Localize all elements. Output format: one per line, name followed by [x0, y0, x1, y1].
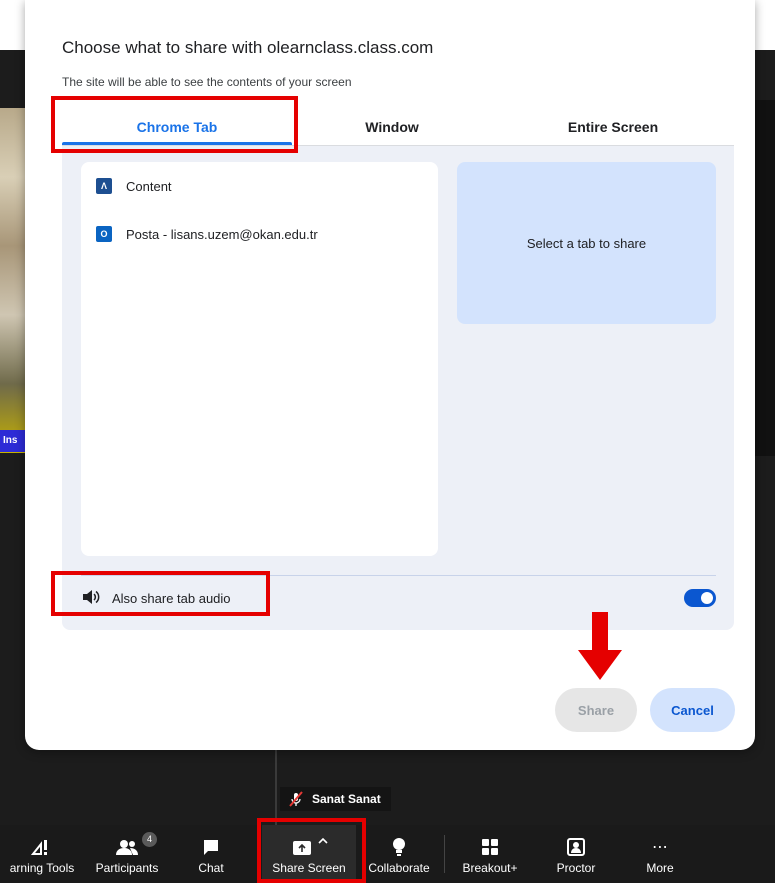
breakout-button[interactable]: Breakout+ [456, 825, 524, 883]
lightbulb-icon [391, 837, 407, 857]
participants-count-badge: 4 [142, 832, 157, 847]
proctor-icon [567, 837, 585, 857]
meeting-toolbar: arning Tools Participants 4 Chat Share S… [0, 825, 775, 883]
chat-icon [202, 837, 220, 857]
proctor-button[interactable]: Proctor [548, 825, 604, 883]
share-screen-icon [289, 837, 329, 857]
more-dots-icon: ⋯ [652, 839, 668, 856]
collaborate-label: Collaborate [368, 861, 430, 875]
list-item-label: Posta - lisans.uzem@okan.edu.tr [126, 226, 318, 242]
breakout-grid-icon [481, 837, 499, 857]
audio-toggle[interactable] [684, 589, 716, 607]
learning-tools-button[interactable]: arning Tools [4, 825, 80, 883]
participant-name: Sanat Sanat [312, 792, 381, 806]
learning-tools-label: arning Tools [9, 861, 75, 875]
content-favicon-icon: Λ [96, 178, 112, 194]
list-item[interactable]: O Posta - lisans.uzem@okan.edu.tr [96, 222, 318, 246]
participant-video-tile [0, 108, 26, 453]
tab-preview: Select a tab to share [457, 162, 716, 324]
list-item[interactable]: Λ Content [96, 174, 172, 198]
chat-button[interactable]: Chat [188, 825, 234, 883]
participants-icon [115, 837, 139, 857]
share-button[interactable]: Share [555, 688, 637, 732]
preview-text: Select a tab to share [526, 235, 647, 251]
toggle-knob [701, 592, 713, 604]
video-divider [275, 750, 277, 825]
right-panel-edge [754, 100, 775, 456]
video-tile-label: Ins [0, 430, 26, 452]
proctor-label: Proctor [556, 861, 596, 875]
participants-label: Participants [95, 861, 159, 875]
share-tabs: Chrome Tab Window Entire Screen [62, 108, 734, 146]
participant-name-tag: Sanat Sanat [280, 787, 391, 811]
chat-label: Chat [198, 861, 224, 875]
share-screen-label: Share Screen [272, 861, 346, 875]
annotation-arrow-icon [578, 612, 622, 680]
tab-window[interactable]: Window [292, 108, 492, 146]
share-screen-button[interactable]: Share Screen [262, 825, 356, 883]
cancel-button[interactable]: Cancel [650, 688, 735, 732]
tab-chrome-tab[interactable]: Chrome Tab [62, 108, 292, 146]
list-item-label: Content [126, 178, 172, 194]
audio-option: Also share tab audio [82, 586, 231, 610]
mic-off-icon [288, 791, 304, 807]
toolbar-separator [444, 835, 445, 873]
tab-list: Λ Content O Posta - lisans.uzem@okan.edu… [81, 162, 438, 556]
breakout-label: Breakout+ [462, 861, 518, 875]
more-button[interactable]: ⋯ More [640, 825, 680, 883]
outlook-icon: O [96, 226, 112, 242]
audio-divider [81, 575, 716, 576]
learning-tools-icon [31, 837, 53, 857]
dialog-title: Choose what to share with olearnclass.cl… [62, 38, 434, 57]
speaker-icon [82, 589, 100, 608]
collaborate-button[interactable]: Collaborate [362, 825, 436, 883]
dialog-subtitle: The site will be able to see the content… [62, 75, 352, 89]
audio-label: Also share tab audio [112, 590, 231, 606]
share-screen-dialog: Choose what to share with olearnclass.cl… [25, 0, 755, 750]
share-content-area: Λ Content O Posta - lisans.uzem@okan.edu… [62, 146, 734, 630]
more-label: More [646, 861, 674, 875]
tab-entire-screen[interactable]: Entire Screen [492, 108, 734, 146]
